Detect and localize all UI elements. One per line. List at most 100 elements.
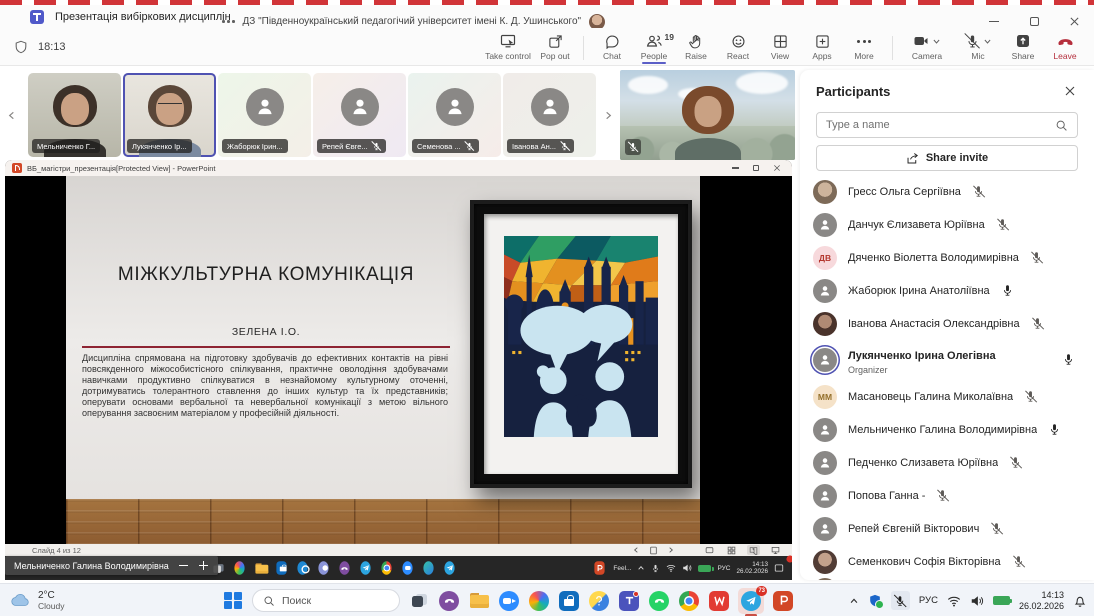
- participant-row[interactable]: Репей Євгеній Вікторович: [800, 512, 1094, 545]
- photos-icon[interactable]: [316, 561, 331, 576]
- security-shield-icon[interactable]: [868, 593, 882, 608]
- participant-row[interactable]: MM Масановець Галина Миколаївна: [800, 380, 1094, 413]
- clock[interactable]: 14:13 26.02.2026: [1019, 590, 1064, 611]
- mic-muted-icon[interactable]: [1024, 390, 1038, 404]
- notifications-icon[interactable]: [1073, 594, 1087, 608]
- close-button[interactable]: [773, 164, 781, 172]
- notes-view-icon[interactable]: [703, 545, 716, 555]
- slideshow-view-icon[interactable]: [769, 545, 782, 555]
- participant-row-organizer[interactable]: Лукянченко Ірина Олегівна Organizer: [800, 340, 1094, 380]
- taskbar-search-input[interactable]: [282, 595, 382, 607]
- weather-widget[interactable]: 2°C Cloudy: [11, 590, 64, 611]
- start-button[interactable]: [222, 590, 244, 612]
- mic-chevron-icon[interactable]: [983, 37, 992, 46]
- copilot-icon[interactable]: [528, 590, 550, 612]
- outlook-icon[interactable]: [295, 561, 310, 576]
- search-input[interactable]: [826, 119, 1055, 131]
- speaker-icon[interactable]: [970, 594, 984, 608]
- mic-muted-icon[interactable]: [1031, 317, 1045, 331]
- close-panel-icon[interactable]: [1062, 83, 1078, 99]
- zoom-icon[interactable]: [498, 590, 520, 612]
- tray-mic-muted-icon[interactable]: [891, 591, 910, 610]
- share-button[interactable]: Share: [1002, 29, 1044, 64]
- chrome-icon[interactable]: [678, 590, 700, 612]
- wifi-icon[interactable]: [947, 594, 961, 608]
- filmstrip-next-icon[interactable]: [601, 106, 615, 124]
- presenter-clock[interactable]: 14:1326.02.2026: [736, 561, 768, 576]
- reading-view-icon[interactable]: [747, 545, 760, 555]
- video-tile[interactable]: Мельниченко Г...: [28, 73, 121, 157]
- mic-button[interactable]: Mic: [954, 29, 1002, 64]
- mic-muted-icon[interactable]: [996, 218, 1010, 232]
- viber-icon[interactable]: 1: [337, 561, 352, 576]
- telegram-icon-active[interactable]: 73: [738, 588, 764, 614]
- presenter-wifi-icon[interactable]: [666, 563, 676, 573]
- presenter-speaker-icon[interactable]: [682, 563, 692, 573]
- tray-expand-icon[interactable]: [849, 596, 859, 606]
- participant-row[interactable]: Попова Ганна -: [800, 479, 1094, 512]
- slide-sorter-view-icon[interactable]: [725, 545, 738, 555]
- zoom-icon[interactable]: [400, 561, 415, 576]
- task-view-icon[interactable]: [408, 590, 430, 612]
- mic-on-icon[interactable]: [1048, 423, 1062, 437]
- battery-icon[interactable]: [993, 596, 1010, 605]
- participant-row[interactable]: Данчук Єлизавета Юріївна: [800, 208, 1094, 241]
- telegram-icon[interactable]: [358, 561, 373, 576]
- store-icon[interactable]: [274, 561, 289, 576]
- leave-button[interactable]: Leave: [1044, 29, 1086, 64]
- react-button[interactable]: React: [717, 29, 759, 64]
- mic-muted-icon[interactable]: [1012, 555, 1026, 569]
- tray-expand-icon[interactable]: [637, 564, 645, 572]
- powerpoint-taskbar-icon[interactable]: [592, 561, 607, 576]
- slide-menu-icon[interactable]: [649, 546, 658, 555]
- take-control-button[interactable]: Take control: [482, 29, 534, 64]
- participant-row[interactable]: Гресс Ольга Сергіївна: [800, 175, 1094, 208]
- avatar-tile[interactable]: Семенова ...: [408, 73, 501, 157]
- file-explorer-icon[interactable]: [253, 561, 268, 576]
- view-button[interactable]: View: [759, 29, 801, 64]
- powerpoint-icon[interactable]: [772, 590, 794, 612]
- meeting-info-shield-icon[interactable]: [14, 40, 28, 54]
- zoom-out-button[interactable]: [178, 560, 189, 571]
- mic-muted-icon[interactable]: [972, 185, 986, 199]
- mic-muted-icon[interactable]: [990, 522, 1004, 536]
- presenter-weather-label[interactable]: Feel...: [613, 565, 631, 572]
- participant-row[interactable]: Педченко Слизавета Юріївна: [800, 446, 1094, 479]
- copilot-icon[interactable]: [232, 561, 247, 576]
- avatar-tile[interactable]: Репей Євге...: [313, 73, 406, 157]
- participant-row[interactable]: Семенкович Софія Вікторівна: [800, 545, 1094, 578]
- mic-on-icon[interactable]: [1001, 284, 1015, 298]
- wps-icon[interactable]: [708, 590, 730, 612]
- presenter-mic-icon[interactable]: [651, 564, 660, 573]
- minimize-button[interactable]: [732, 167, 739, 168]
- mic-muted-icon[interactable]: [1030, 251, 1044, 265]
- presenter-battery-icon[interactable]: [698, 565, 711, 572]
- filmstrip-prev-icon[interactable]: [4, 106, 18, 124]
- restore-button[interactable]: [753, 165, 759, 171]
- apps-button[interactable]: Apps: [801, 29, 843, 64]
- share-invite-button[interactable]: Share invite: [816, 145, 1078, 171]
- file-explorer-icon[interactable]: [468, 590, 490, 612]
- language-indicator[interactable]: РУС: [919, 595, 938, 606]
- avatar-tile[interactable]: Жаборюк Ірин...: [218, 73, 311, 157]
- presenter-notifications-icon[interactable]: [774, 563, 784, 573]
- teams-icon[interactable]: [618, 590, 640, 612]
- spotlight-video-tile[interactable]: [620, 70, 795, 160]
- mic-on-icon[interactable]: [1062, 353, 1076, 367]
- previous-slide-icon[interactable]: [632, 546, 640, 554]
- edge-icon[interactable]: [421, 561, 436, 576]
- next-slide-icon[interactable]: [667, 546, 675, 554]
- viber-icon[interactable]: [438, 590, 460, 612]
- mic-muted-icon[interactable]: [936, 489, 950, 503]
- chrome-icon[interactable]: [379, 561, 394, 576]
- more-button[interactable]: More: [843, 29, 885, 64]
- participant-row[interactable]: Жаборюк Ірина Анатоліївна: [800, 274, 1094, 307]
- help-icon[interactable]: [588, 590, 610, 612]
- video-tile[interactable]: Лукянченко Ір...: [123, 73, 216, 157]
- participant-search[interactable]: [816, 112, 1078, 138]
- pop-out-button[interactable]: Pop out: [534, 29, 576, 64]
- camera-button[interactable]: Camera: [900, 29, 954, 64]
- mic-muted-icon[interactable]: [1009, 456, 1023, 470]
- telegram-badge-icon[interactable]: [442, 561, 457, 576]
- zoom-in-button[interactable]: [198, 560, 209, 571]
